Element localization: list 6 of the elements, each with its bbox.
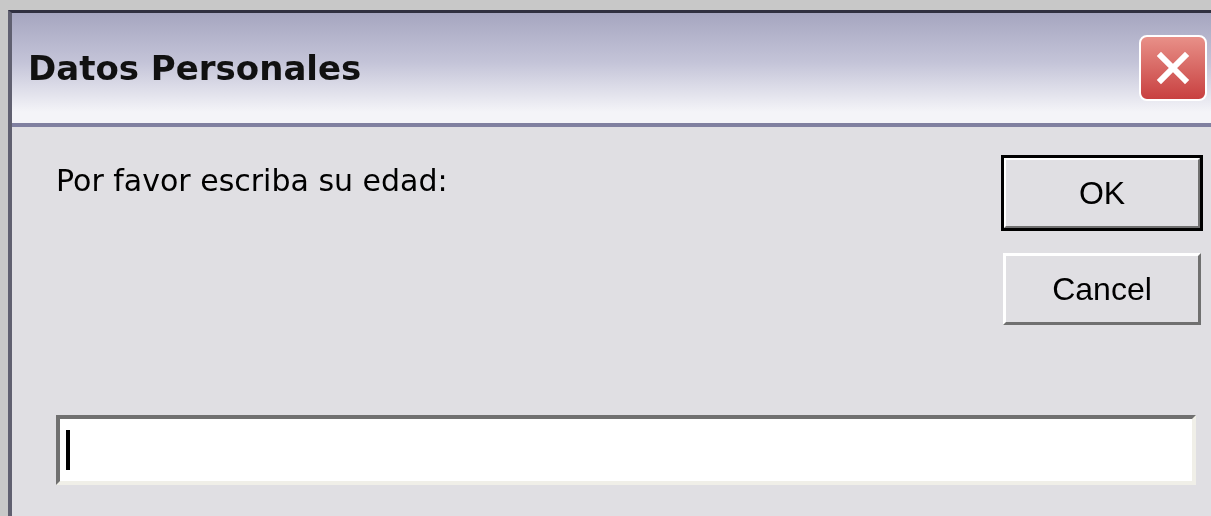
input-field[interactable]: [56, 415, 1196, 485]
ok-button[interactable]: OK: [1003, 157, 1201, 229]
cancel-button[interactable]: Cancel: [1003, 253, 1201, 325]
prompt-text: Por favor escriba su edad:: [56, 162, 448, 200]
window-title: Datos Personales: [28, 48, 362, 88]
close-button[interactable]: [1139, 35, 1207, 101]
